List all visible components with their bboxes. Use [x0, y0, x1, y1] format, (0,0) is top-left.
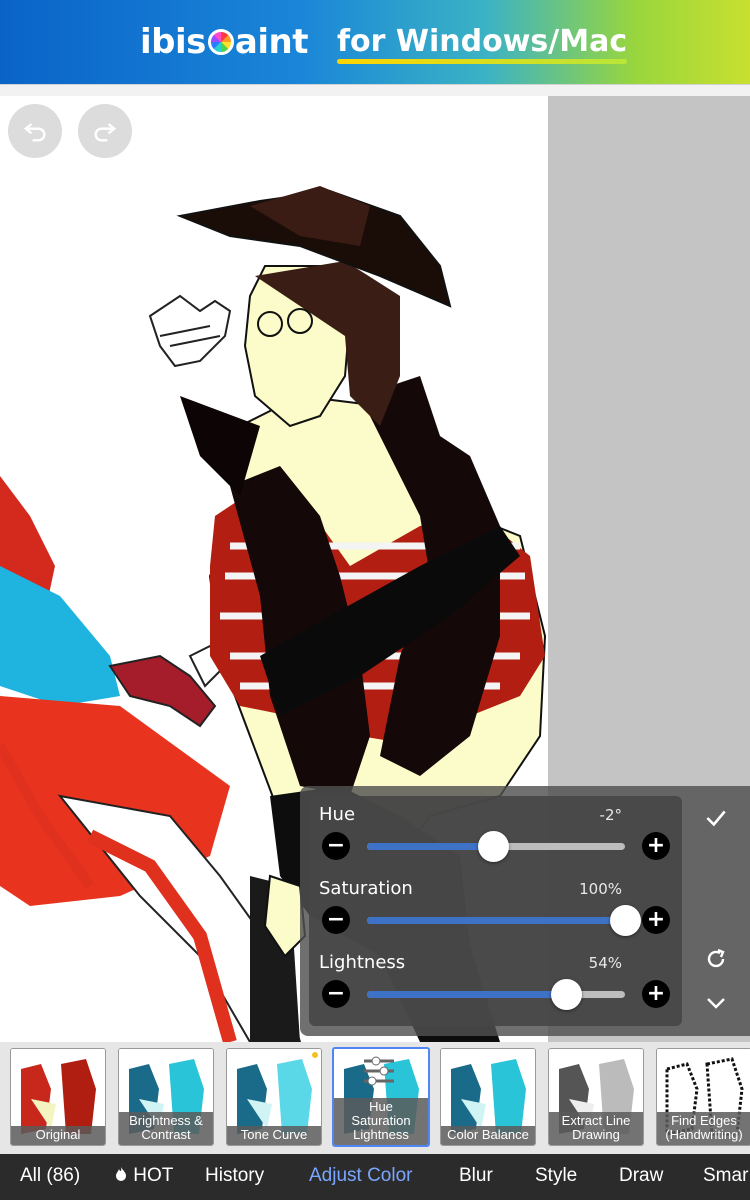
- filter-label: Original: [11, 1126, 105, 1145]
- lightness-value: 54%: [588, 954, 622, 972]
- undo-button[interactable]: [8, 104, 62, 158]
- lightness-slider-knob[interactable]: [550, 979, 582, 1010]
- tab-hot-label: HOT: [133, 1165, 174, 1186]
- tab-hot[interactable]: HOT: [114, 1165, 173, 1187]
- lightness-decrease-button[interactable]: −: [322, 980, 350, 1008]
- hue-value: -2°: [599, 806, 622, 824]
- saturation-slider-track[interactable]: [367, 905, 641, 936]
- saturation-decrease-button[interactable]: −: [322, 906, 350, 934]
- tab-draw[interactable]: Draw: [619, 1165, 663, 1187]
- hsl-adjust-panel: Hue -2° − + Saturation 100% − + Lightnes…: [300, 786, 750, 1036]
- logo-text-left: ibis: [140, 22, 206, 62]
- hue-label: Hue: [319, 804, 356, 825]
- tab-style[interactable]: Style: [535, 1165, 577, 1187]
- checkmark-icon: [706, 810, 726, 827]
- filter-thumb-hue-saturation-lightness[interactable]: Hue Saturation Lightness: [332, 1047, 430, 1147]
- confirm-button[interactable]: [701, 803, 731, 833]
- filter-category-tabbar: All (86) HOT History Adjust Color Blur S…: [0, 1154, 750, 1200]
- slider-group: Hue -2° − + Saturation 100% − + Lightnes…: [309, 796, 682, 1026]
- tab-history[interactable]: History: [205, 1165, 264, 1187]
- saturation-value: 100%: [579, 880, 622, 898]
- banner-tagline: for Windows/Mac: [337, 24, 628, 68]
- tab-blur[interactable]: Blur: [459, 1165, 493, 1187]
- filter-label: Extract Line Drawing: [549, 1112, 643, 1145]
- saturation-slider-row: Saturation 100% − +: [309, 870, 682, 944]
- tab-all[interactable]: All (86): [20, 1165, 80, 1187]
- hue-slider-knob[interactable]: [478, 831, 510, 862]
- hue-slider-row: Hue -2° − +: [309, 796, 682, 870]
- promo-banner[interactable]: ibis aint for Windows/Mac: [0, 0, 750, 84]
- filter-label: Find Edges (Handwriting): [657, 1112, 750, 1145]
- lightness-slider-fill: [367, 991, 566, 998]
- filter-thumb-find-edges-handwriting[interactable]: Find Edges (Handwriting): [656, 1048, 750, 1146]
- chevron-down-icon: [707, 998, 725, 1009]
- lightness-slider-row: Lightness 54% − +: [309, 944, 682, 1018]
- filter-label: Hue Saturation Lightness: [334, 1098, 428, 1145]
- collapse-panel-button[interactable]: [701, 988, 731, 1018]
- saturation-slider-knob[interactable]: [610, 905, 641, 936]
- filter-thumb-color-balance[interactable]: Color Balance: [440, 1048, 536, 1146]
- filter-thumb-original[interactable]: Original: [10, 1048, 106, 1146]
- lightness-slider-track[interactable]: [367, 979, 625, 1010]
- hue-increase-button[interactable]: +: [642, 832, 670, 860]
- hue-decrease-button[interactable]: −: [322, 832, 350, 860]
- saturation-slider-fill: [367, 917, 625, 924]
- flame-icon: [116, 1167, 126, 1181]
- undo-arrow-icon: [23, 123, 46, 142]
- saturation-label: Saturation: [319, 878, 413, 899]
- filter-thumb-brightness-contrast[interactable]: Brightness & Contrast: [118, 1048, 214, 1146]
- filter-thumbnail-strip[interactable]: Original Brightness & Contrast Tone Curv…: [0, 1042, 750, 1154]
- refresh-icon: [707, 948, 725, 968]
- filter-label: Tone Curve: [227, 1126, 321, 1145]
- tab-smart[interactable]: Smar: [703, 1165, 748, 1187]
- redo-arrow-icon: [94, 123, 117, 142]
- color-wheel-icon: [207, 29, 234, 55]
- hue-slider-fill: [367, 843, 494, 850]
- filter-thumb-extract-line-drawing[interactable]: Extract Line Drawing: [548, 1048, 644, 1146]
- filter-thumb-tone-curve[interactable]: Tone Curve: [226, 1048, 322, 1146]
- redo-button[interactable]: [78, 104, 132, 158]
- lightness-increase-button[interactable]: +: [642, 980, 670, 1008]
- logo-text-right: aint: [234, 22, 309, 62]
- reset-button[interactable]: [701, 944, 731, 974]
- ibispaint-logo: ibis aint: [140, 20, 308, 64]
- lightness-label: Lightness: [319, 952, 406, 973]
- tab-adjust-color[interactable]: Adjust Color: [309, 1165, 413, 1187]
- saturation-increase-button[interactable]: +: [642, 906, 670, 934]
- hue-slider-track[interactable]: [367, 831, 625, 862]
- filter-label: Color Balance: [441, 1126, 535, 1145]
- filter-label: Brightness & Contrast: [119, 1112, 213, 1145]
